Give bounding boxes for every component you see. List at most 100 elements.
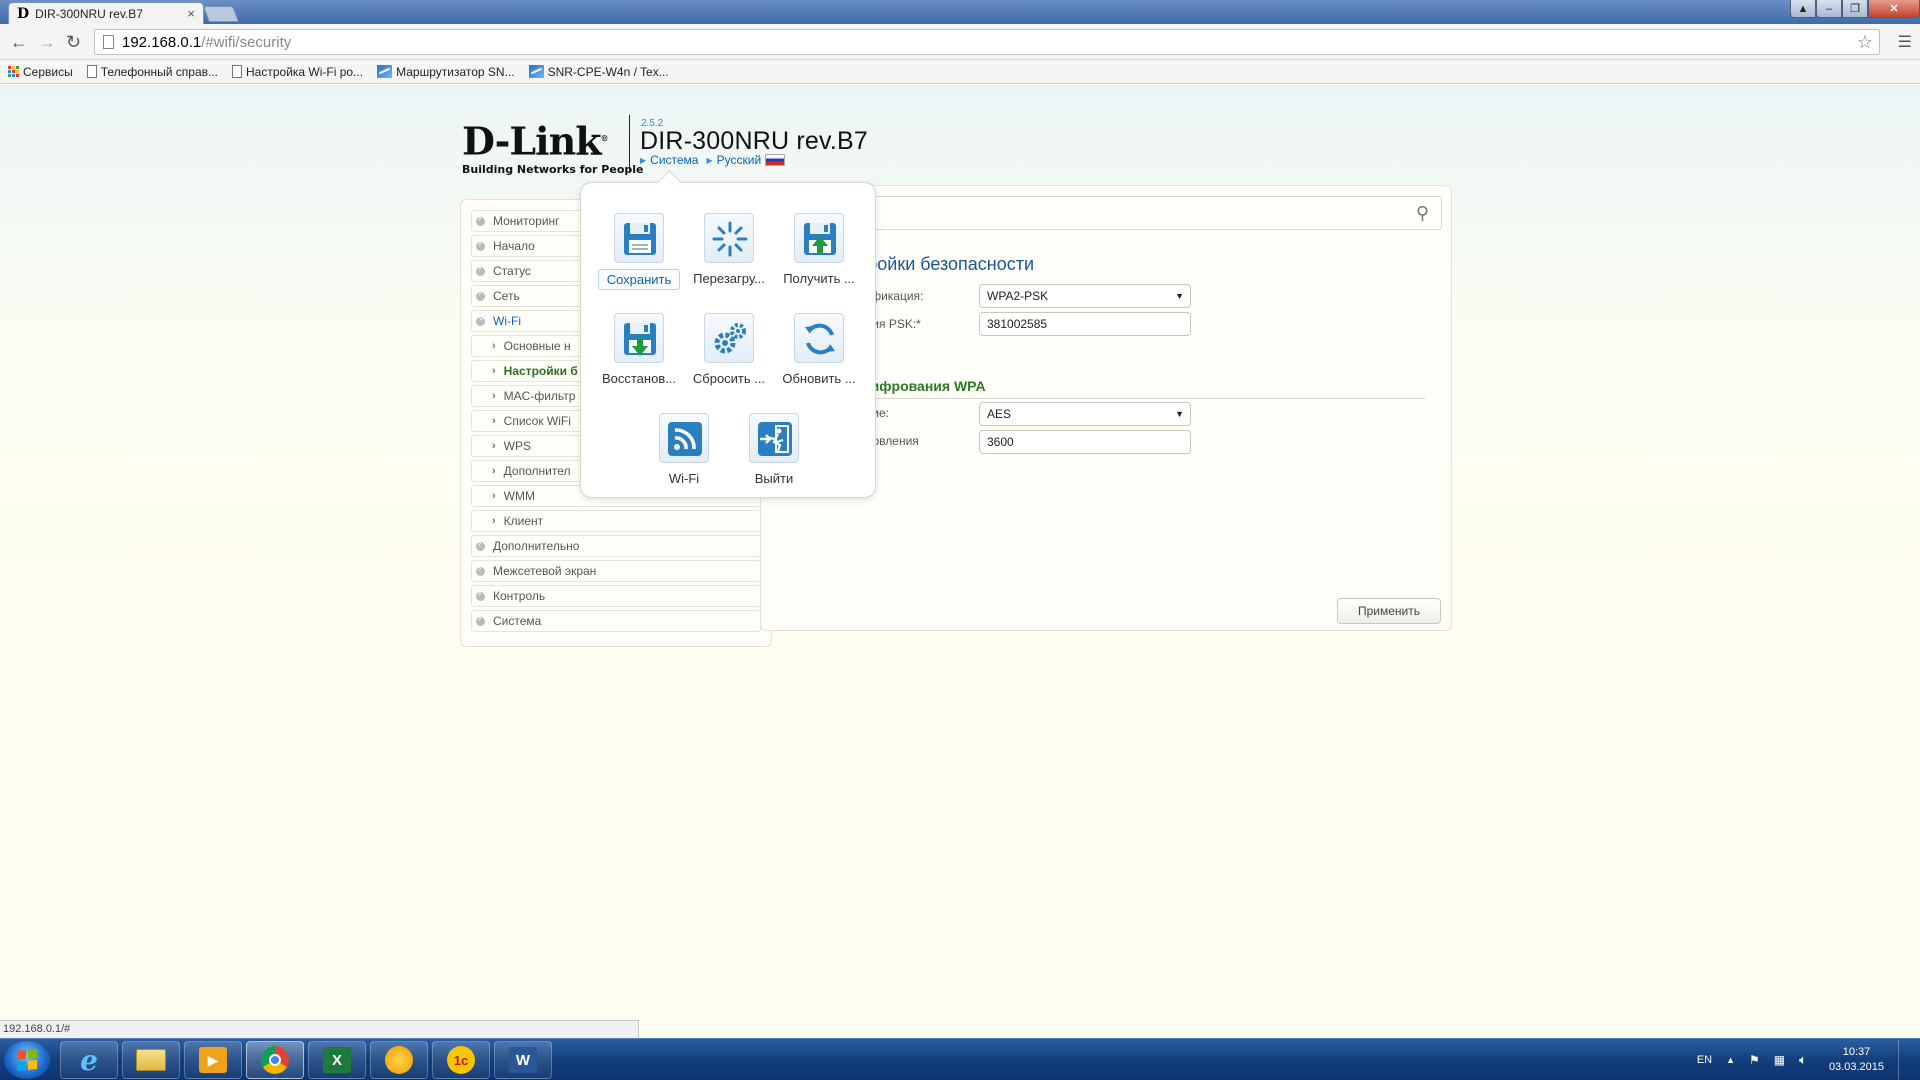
- auth-select[interactable]: WPA2-PSK ▼: [979, 284, 1191, 308]
- dlink-favicon-icon: D: [17, 5, 30, 22]
- language-indicator[interactable]: EN: [1697, 1054, 1712, 1066]
- taskbar-chrome-button[interactable]: [246, 1041, 304, 1079]
- taskbar-word-button[interactable]: W: [494, 1041, 552, 1079]
- new-tab-button[interactable]: [203, 6, 239, 22]
- sidebar-item-label: Дополнительно: [493, 539, 580, 553]
- restore-config-button[interactable]: Восстанов...: [594, 313, 684, 386]
- taskbar-ie-button[interactable]: e: [60, 1041, 118, 1079]
- bookmark-apps[interactable]: Сервисы: [8, 65, 73, 79]
- triangle-right-icon: ▶: [640, 155, 647, 165]
- sidebar-item-label: Основные н: [503, 339, 571, 353]
- internet-explorer-icon: e: [80, 1043, 98, 1077]
- back-arrow-icon[interactable]: ←: [10, 32, 28, 52]
- sidebar-item-label: MAC-фильтр: [503, 389, 576, 403]
- popup-item-label: Обновить ...: [782, 371, 856, 386]
- search-icon[interactable]: ⚲: [1416, 203, 1429, 224]
- taskbar-1c-button[interactable]: 1с: [432, 1041, 490, 1079]
- encryption-select[interactable]: AES ▼: [979, 402, 1191, 426]
- browser-tab[interactable]: D DIR-300NRU rev.B7 ×: [8, 2, 204, 24]
- clock[interactable]: 10:37 03.03.2015: [1829, 1045, 1884, 1075]
- backup-download-icon: [794, 213, 844, 263]
- sidebar-item-firewall[interactable]: Межсетевой экран: [471, 560, 761, 582]
- bookmark-snr-cpe[interactable]: SNR-CPE-W4n / Tex...: [528, 64, 669, 79]
- factory-reset-button[interactable]: Сбросить ...: [684, 313, 774, 386]
- firmware-update-icon: [794, 313, 844, 363]
- clock-date: 03.03.2015: [1828, 1061, 1884, 1073]
- page-title: тройки безопасности: [859, 254, 1035, 274]
- encryption-select-value: AES: [987, 407, 1012, 421]
- reload-icon[interactable]: ↻: [66, 32, 81, 52]
- tray-expand-icon[interactable]: ▲: [1726, 1055, 1735, 1065]
- sidebar-subitem-client[interactable]: › Клиент: [471, 510, 761, 532]
- bookmark-snr-router[interactable]: Маршрутизатор SN...: [377, 64, 515, 79]
- maximize-button[interactable]: ❐: [1842, 0, 1868, 18]
- start-button[interactable]: [4, 1041, 50, 1079]
- psk-input-value: 381002585: [987, 317, 1048, 331]
- bookmark-wifi-setup[interactable]: Настройка Wi-Fi ро...: [232, 65, 363, 79]
- wifi-shortcut-button[interactable]: Wi-Fi: [639, 413, 729, 486]
- russian-flag-icon[interactable]: [765, 154, 786, 166]
- browser-toolbar: ← → ↻ 192.168.0.1/#wifi/security ☆ ☰: [0, 24, 1920, 60]
- sidebar-item-system[interactable]: Система: [471, 610, 761, 632]
- renew-period-value: 3600: [987, 435, 1014, 449]
- reboot-button[interactable]: Перезагру...: [684, 213, 774, 286]
- reboot-icon: [704, 213, 754, 263]
- tab-close-icon[interactable]: ×: [187, 6, 195, 21]
- header-divider: [629, 115, 630, 173]
- action-center-flag-icon[interactable]: ⚑: [1749, 1053, 1760, 1067]
- wpa-group-title: шифрования WPA: [859, 378, 986, 394]
- language-menu-link[interactable]: Русский: [717, 153, 762, 167]
- save-icon: [614, 213, 664, 263]
- popup-item-label: Сохранить: [598, 269, 680, 290]
- excel-icon: X: [323, 1047, 351, 1073]
- bullet-icon: [476, 588, 485, 601]
- bookmark-label: SNR-CPE-W4n / Tex...: [547, 64, 669, 79]
- user-menu-button[interactable]: ▲: [1790, 0, 1816, 18]
- volume-icon[interactable]: 🔈︎: [1799, 1052, 1807, 1068]
- bullet-icon: [476, 288, 485, 301]
- sidebar-item-label: Начало: [493, 239, 535, 253]
- clock-time: 10:37: [1842, 1046, 1871, 1058]
- sidebar-item-control[interactable]: Контроль: [471, 585, 761, 607]
- hamburger-menu-icon[interactable]: ☰: [1898, 32, 1912, 52]
- logout-icon: [749, 413, 799, 463]
- network-icon[interactable]: ▦: [1774, 1053, 1785, 1067]
- sidebar-item-label: WPS: [503, 439, 532, 453]
- bookmark-label: Сервисы: [23, 64, 73, 79]
- logout-button[interactable]: Выйти: [729, 413, 819, 486]
- bullet-icon: [476, 538, 485, 551]
- bookmark-label: Маршрутизатор SN...: [396, 64, 515, 79]
- system-menu-link[interactable]: Система: [650, 153, 698, 167]
- sidebar-item-label: WMM: [503, 489, 535, 503]
- bullet-icon: [476, 238, 485, 251]
- save-config-button[interactable]: Сохранить: [594, 213, 684, 290]
- chrome-icon: [261, 1046, 289, 1074]
- bookmarks-bar: Сервисы Телефонный справ... Настройка Wi…: [0, 60, 1920, 84]
- apply-button[interactable]: Применить: [1337, 598, 1441, 624]
- taskbar-excel-button[interactable]: X: [308, 1041, 366, 1079]
- close-window-button[interactable]: ✕: [1868, 0, 1920, 18]
- address-bar[interactable]: 192.168.0.1/#wifi/security ☆: [94, 29, 1880, 55]
- popup-item-label: Выйти: [754, 471, 794, 486]
- bookmark-star-icon[interactable]: ☆: [1857, 32, 1873, 53]
- sidebar-item-label: Межсетевой экран: [493, 564, 597, 578]
- popup-item-label: Перезагру...: [693, 271, 765, 286]
- caret-right-icon: ›: [492, 490, 496, 502]
- sidebar-item-label: Wi-Fi: [493, 314, 521, 328]
- caret-right-icon: ›: [492, 440, 496, 452]
- firmware-update-button[interactable]: Обновить ...: [774, 313, 864, 386]
- logo-registered-mark: ®: [600, 133, 609, 143]
- renew-period-input[interactable]: 3600: [979, 430, 1191, 454]
- taskbar-media-player-button[interactable]: ▶: [184, 1041, 242, 1079]
- psk-input[interactable]: 381002585: [979, 312, 1191, 336]
- minimize-button[interactable]: –: [1816, 0, 1842, 18]
- backup-config-button[interactable]: Получить ...: [774, 213, 864, 286]
- popup-item-label: Сбросить ...: [692, 371, 766, 386]
- taskbar-explorer-button[interactable]: [122, 1041, 180, 1079]
- taskbar-app-orange-button[interactable]: [370, 1041, 428, 1079]
- restore-icon: [614, 313, 664, 363]
- sidebar-item-advanced[interactable]: Дополнительно: [471, 535, 761, 557]
- show-desktop-button[interactable]: [1898, 1040, 1912, 1080]
- bookmark-phonebook[interactable]: Телефонный справ...: [86, 65, 218, 79]
- forward-arrow-icon[interactable]: →: [38, 32, 56, 52]
